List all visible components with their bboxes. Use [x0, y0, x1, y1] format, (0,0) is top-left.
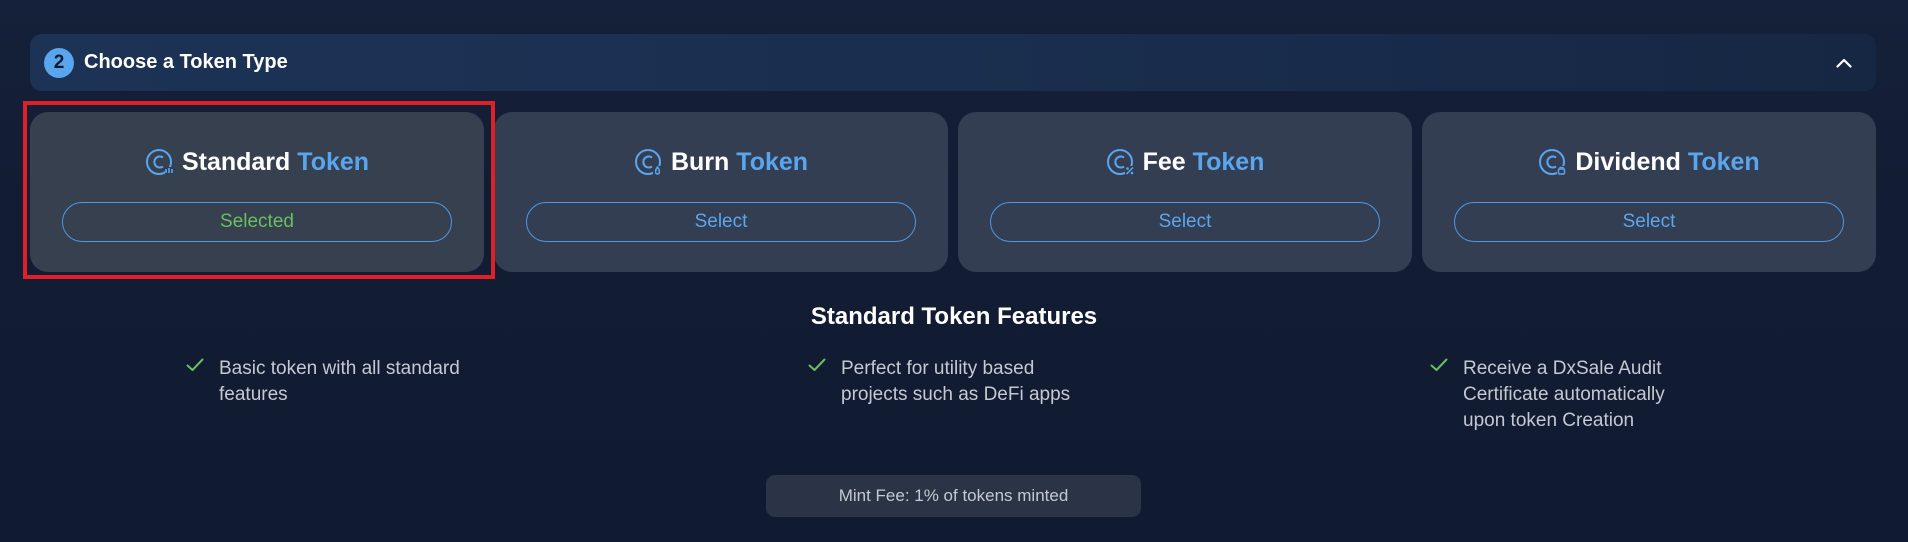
step-title: Choose a Token Type — [84, 51, 288, 73]
token-type-cards: Standard Token Selected Burn Token Selec — [30, 112, 1876, 272]
step-header[interactable]: 2 Choose a Token Type — [30, 34, 1876, 91]
check-icon — [1430, 358, 1448, 371]
feature-line: Certificate automatically — [1463, 384, 1665, 405]
select-button[interactable]: Select — [526, 202, 916, 242]
feature-item: Perfect for utility based projects such … — [807, 356, 1070, 408]
token-card-fee[interactable]: Fee Token Select — [958, 112, 1412, 272]
token-suffix: Token — [736, 147, 809, 176]
selected-button[interactable]: Selected — [62, 202, 452, 242]
feature-line: Receive a DxSale Audit — [1463, 358, 1662, 379]
coin-icon — [145, 147, 175, 177]
feature-item: Receive a DxSale Audit Certificate autom… — [1429, 356, 1665, 434]
mint-fee-badge: Mint Fee: 1% of tokens minted — [766, 475, 1141, 517]
features-title: Standard Token Features — [810, 303, 1098, 330]
feature-text: Receive a DxSale Audit Certificate autom… — [1463, 356, 1665, 434]
select-button[interactable]: Select — [990, 202, 1380, 242]
feature-line: features — [219, 384, 288, 405]
token-suffix: Token — [1687, 147, 1760, 176]
token-card-title: Standard Token — [145, 144, 369, 180]
feature-line: upon token Creation — [1463, 410, 1635, 431]
collapse-button[interactable] — [1830, 49, 1858, 77]
token-card-title: Dividend Token — [1538, 144, 1760, 180]
token-card-standard[interactable]: Standard Token Selected — [30, 112, 484, 272]
feature-text: Perfect for utility based projects such … — [841, 356, 1070, 408]
coin-icon — [1538, 147, 1568, 177]
feature-line: projects such as DeFi apps — [841, 384, 1071, 405]
check-icon — [808, 358, 826, 371]
token-card-title: Fee Token — [1106, 144, 1265, 180]
token-name: Fee — [1142, 147, 1186, 176]
feature-line: Perfect for utility based — [841, 358, 1035, 379]
coin-icon — [1106, 147, 1136, 177]
token-suffix: Token — [1192, 147, 1265, 176]
feature-text: Basic token with all standard features — [219, 356, 460, 408]
token-card-title: Burn Token — [634, 144, 808, 180]
chevron-up-icon — [1836, 58, 1852, 68]
feature-line: Basic token with all standard — [219, 358, 460, 379]
token-card-dividend[interactable]: Dividend Token Select — [1422, 112, 1876, 272]
step-number-badge: 2 — [44, 47, 74, 78]
check-icon — [186, 358, 204, 371]
token-name: Burn — [670, 147, 730, 176]
page: 2 Choose a Token Type Standard Token Sel… — [0, 0, 1908, 542]
token-suffix: Token — [297, 147, 370, 176]
token-name: Dividend — [1575, 147, 1681, 176]
coin-icon — [634, 147, 664, 177]
select-button[interactable]: Select — [1454, 202, 1844, 242]
token-card-burn[interactable]: Burn Token Select — [494, 112, 948, 272]
feature-item: Basic token with all standard features — [185, 356, 460, 408]
token-name: Standard — [181, 147, 291, 176]
